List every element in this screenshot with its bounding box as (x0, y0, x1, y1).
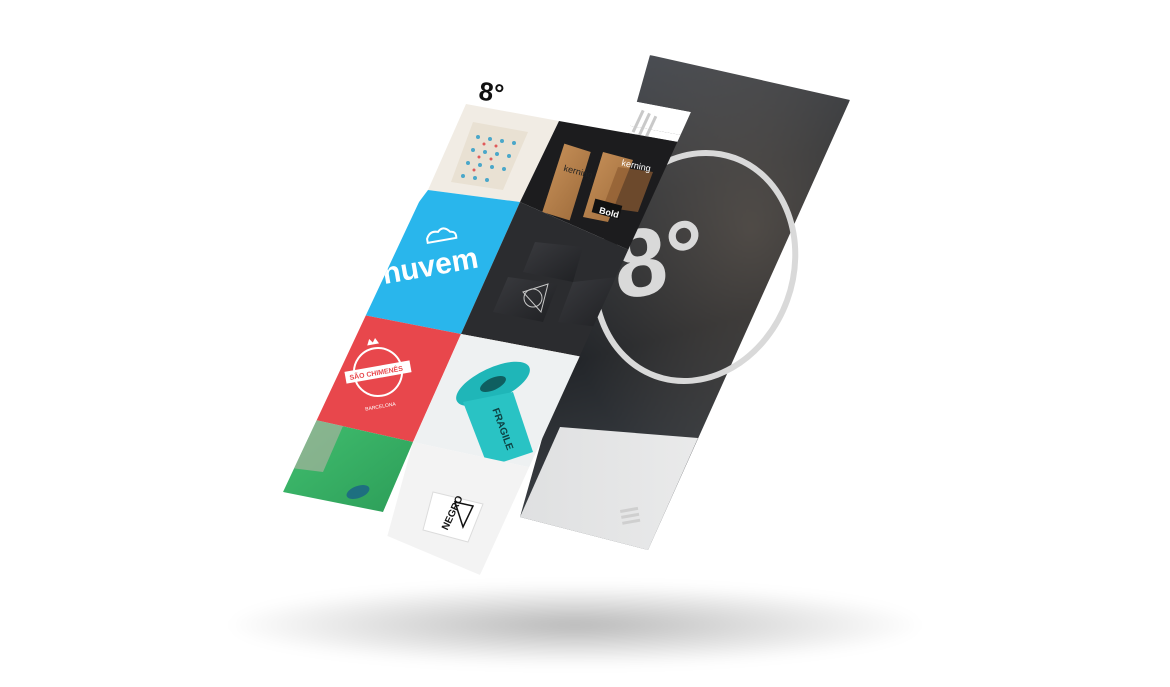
floor-shadow (230, 585, 920, 665)
back-hamburger-menu-icon[interactable] (620, 506, 641, 525)
mockup-stage: 8° 8° kerning kerning Bold nuvem SÃO CHI… (0, 0, 1170, 687)
front-logo[interactable]: 8° (477, 76, 506, 109)
